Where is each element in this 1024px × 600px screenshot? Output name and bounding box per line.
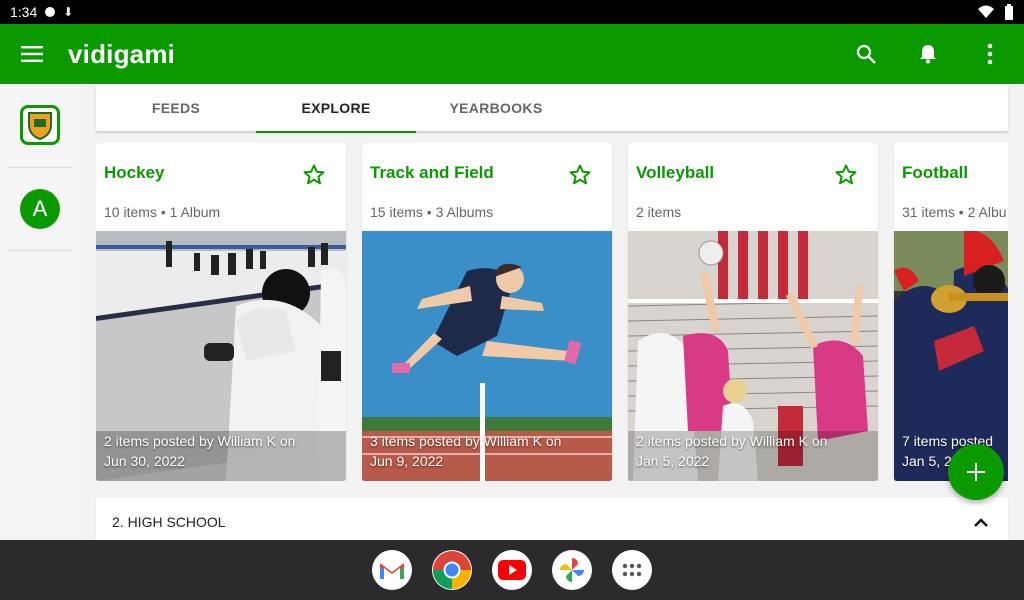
caption-line-1: 2 items posted by William K on <box>636 433 828 449</box>
category-cards: Hockey 10 items • 1 Album 2 items posted… <box>96 143 1008 481</box>
plus-icon <box>967 463 985 481</box>
tab-yearbooks[interactable]: YEARBOOKS <box>416 84 576 132</box>
navigation-rail: A <box>0 84 80 540</box>
card-meta: 15 items • 3 Albums <box>370 204 494 220</box>
chevron-up-icon[interactable] <box>972 514 990 532</box>
tab-feeds[interactable]: FEEDS <box>96 84 256 132</box>
card-title: Hockey <box>104 163 165 182</box>
favorite-star-icon[interactable] <box>302 163 326 187</box>
caption-line-1: 7 items posted <box>902 433 994 449</box>
caption-line-2: Jun 9, 2022 <box>370 453 444 469</box>
caption-line-1: 3 items posted by William K on <box>370 433 562 449</box>
app-bar: vidigami <box>0 24 1024 84</box>
overflow-menu-icon[interactable] <box>974 38 1006 70</box>
status-time: 1:34 <box>10 4 38 20</box>
card-title: Volleyball <box>636 163 715 182</box>
category-card-hockey[interactable]: Hockey 10 items • 1 Album 2 items posted… <box>96 143 346 481</box>
card-meta: 10 items • 1 Album <box>104 204 221 220</box>
card-meta: 31 items • 2 Albu <box>902 204 1007 220</box>
category-card-volleyball[interactable]: Volleyball 2 items 2 items posted by Wil… <box>628 143 878 481</box>
add-fab-button[interactable] <box>948 444 1004 500</box>
caption-line-2: Jan 5, 2022 <box>636 453 710 469</box>
caption-line-2: Jun 30, 2022 <box>104 453 185 469</box>
card-title: Track and Field <box>370 163 494 182</box>
category-card-football[interactable]: Football 31 items • 2 Albu 7 items poste… <box>894 143 1008 481</box>
category-card-track-and-field[interactable]: Track and Field 15 items • 3 Albums 3 it… <box>362 143 612 481</box>
user-avatar[interactable]: A <box>20 189 60 229</box>
tab-bar: FEEDS EXPLORE YEARBOOKS <box>96 84 1008 133</box>
search-icon[interactable] <box>850 38 882 70</box>
chrome-icon[interactable] <box>432 550 472 590</box>
card-meta: 2 items <box>636 204 682 220</box>
rail-divider <box>8 167 72 168</box>
notifications-bell-icon[interactable] <box>912 38 944 70</box>
menu-icon[interactable] <box>18 40 46 68</box>
tab-explore[interactable]: EXPLORE <box>256 84 416 133</box>
caption-line-1: 2 items posted by William K on <box>104 433 296 449</box>
gmail-icon[interactable] <box>372 550 412 590</box>
rail-divider <box>8 250 72 251</box>
app-logo: vidigami <box>68 38 176 69</box>
youtube-icon[interactable] <box>492 550 532 590</box>
section-label: 2. HIGH SCHOOL <box>112 514 226 530</box>
download-notification-icon: ⬇ <box>63 5 74 19</box>
wifi-icon <box>978 5 994 18</box>
favorite-star-icon[interactable] <box>834 163 858 187</box>
message-notification-icon <box>45 7 56 17</box>
card-caption: 2 items posted by William K on Jan 5, 20… <box>636 431 872 471</box>
card-title: Football <box>902 163 969 182</box>
favorite-star-icon[interactable] <box>568 163 592 187</box>
status-bar: 1:34 ⬇ <box>0 0 1024 24</box>
apps-icon[interactable] <box>612 550 652 590</box>
card-caption: 2 items posted by William K on Jun 30, 2… <box>104 431 340 471</box>
system-dock <box>0 540 1024 600</box>
photos-icon[interactable] <box>552 550 592 590</box>
card-caption: 3 items posted by William K on Jun 9, 20… <box>370 431 606 471</box>
school-crest-icon[interactable] <box>20 105 60 145</box>
battery-icon <box>1005 4 1013 20</box>
